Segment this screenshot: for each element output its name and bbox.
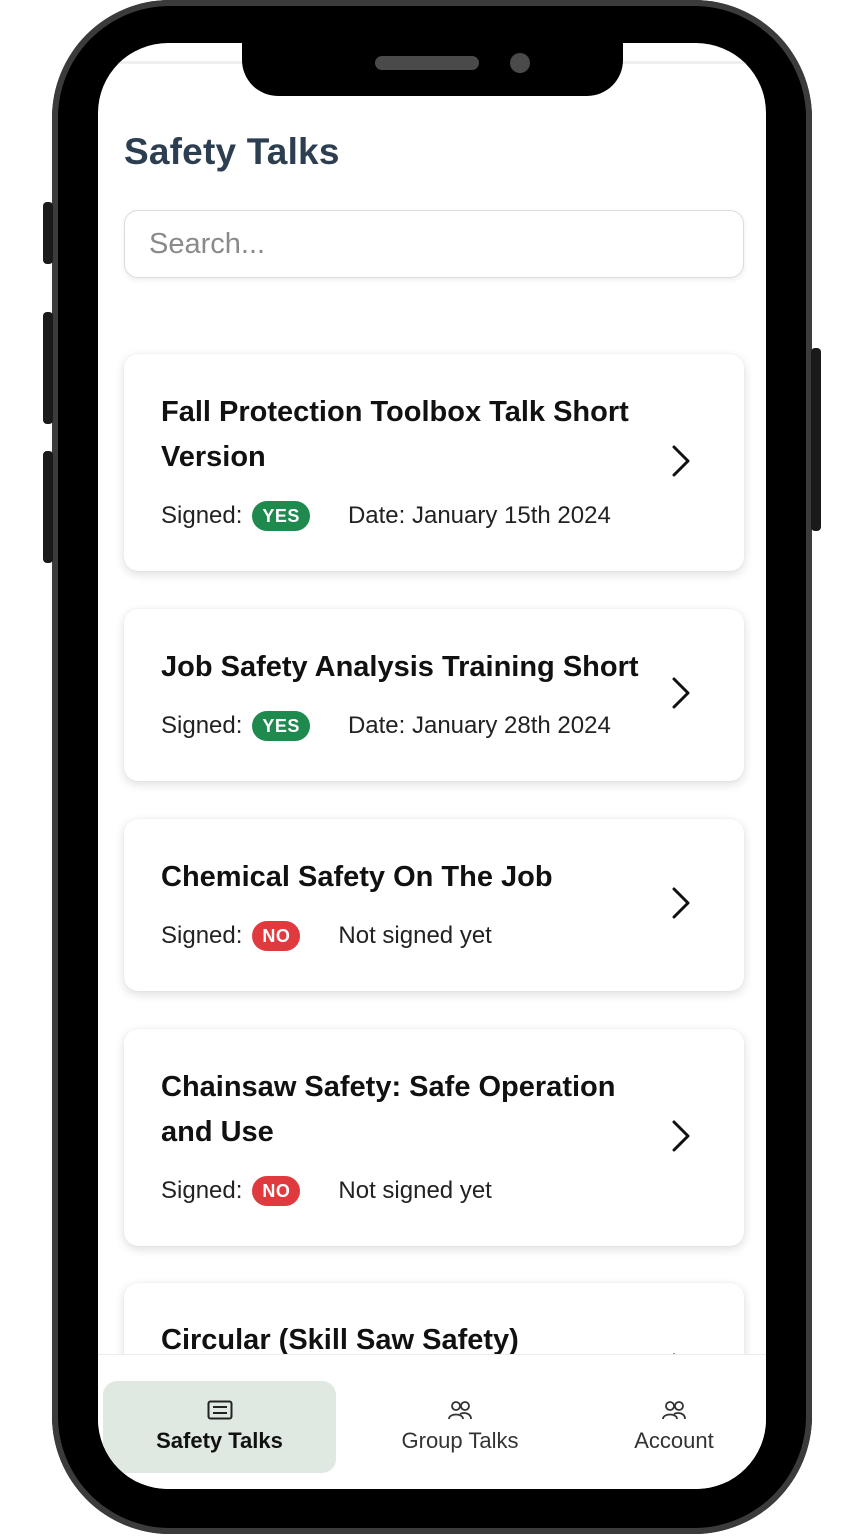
talk-title: Job Safety Analysis Training Short: [161, 651, 639, 683]
talk-meta: Signed: NO Not signed yet: [161, 916, 492, 956]
list-icon: [207, 1400, 232, 1420]
volume-down-button: [43, 451, 53, 563]
bottom-tab-bar: Safety Talks Group Talks Account: [98, 1354, 766, 1489]
signed-label: Signed:: [161, 712, 243, 739]
tab-account[interactable]: Account: [584, 1381, 764, 1473]
tab-group-talks[interactable]: Group Talks: [348, 1381, 572, 1473]
signed-status: Not signed yet: [338, 922, 492, 949]
talk-card[interactable]: Chainsaw Safety: Safe Operation and Use …: [124, 1029, 744, 1246]
page-title: Safety Talks: [124, 131, 340, 172]
talk-title: Chemical Safety On The Job: [161, 861, 553, 893]
speaker-grille: [375, 56, 479, 70]
tab-label: Group Talks: [401, 1428, 519, 1453]
talk-card[interactable]: Fall Protection Toolbox Talk Short Versi…: [124, 354, 744, 571]
chevron-right-icon[interactable]: [666, 443, 694, 479]
talk-meta: Signed: NO Not signed yet: [161, 1171, 492, 1211]
chevron-right-icon[interactable]: [666, 1118, 694, 1154]
signed-badge: YES: [252, 711, 310, 741]
signed-badge: YES: [252, 501, 310, 531]
signed-label: Signed:: [161, 1177, 243, 1204]
tab-label: Safety Talks: [156, 1428, 283, 1453]
power-button: [811, 348, 821, 531]
front-camera: [510, 53, 530, 73]
talk-title: Fall Protection Toolbox Talk Short Versi…: [161, 396, 629, 473]
mute-switch: [43, 202, 53, 264]
signed-label: Signed:: [161, 502, 243, 529]
tab-label: Account: [634, 1428, 714, 1453]
chevron-right-icon[interactable]: [666, 675, 694, 711]
app-screen: Safety Talks Fall Protection Toolbox Tal…: [98, 43, 766, 1489]
users-icon: [448, 1401, 472, 1420]
search-input[interactable]: [124, 210, 744, 278]
talk-meta: Signed: YES Date: January 28th 2024: [161, 706, 611, 746]
talk-title: Chainsaw Safety: Safe Operation and Use: [161, 1071, 616, 1148]
talk-date: Date: January 15th 2024: [347, 502, 611, 529]
chevron-right-icon[interactable]: [666, 885, 694, 921]
signed-label: Signed:: [161, 922, 243, 949]
signed-badge: NO: [252, 1176, 301, 1206]
volume-up-button: [43, 312, 53, 424]
talk-meta: Signed: YES Date: January 15th 2024: [161, 496, 611, 536]
users-icon: [662, 1401, 686, 1420]
talk-card[interactable]: Job Safety Analysis Training Short Signe…: [124, 609, 744, 781]
tab-safety-talks[interactable]: Safety Talks: [103, 1381, 336, 1473]
talk-date: Date: January 28th 2024: [347, 712, 611, 739]
talk-card[interactable]: Chemical Safety On The Job Signed: NO No…: [124, 819, 744, 991]
signed-status: Not signed yet: [338, 1177, 492, 1204]
signed-badge: NO: [252, 921, 301, 951]
